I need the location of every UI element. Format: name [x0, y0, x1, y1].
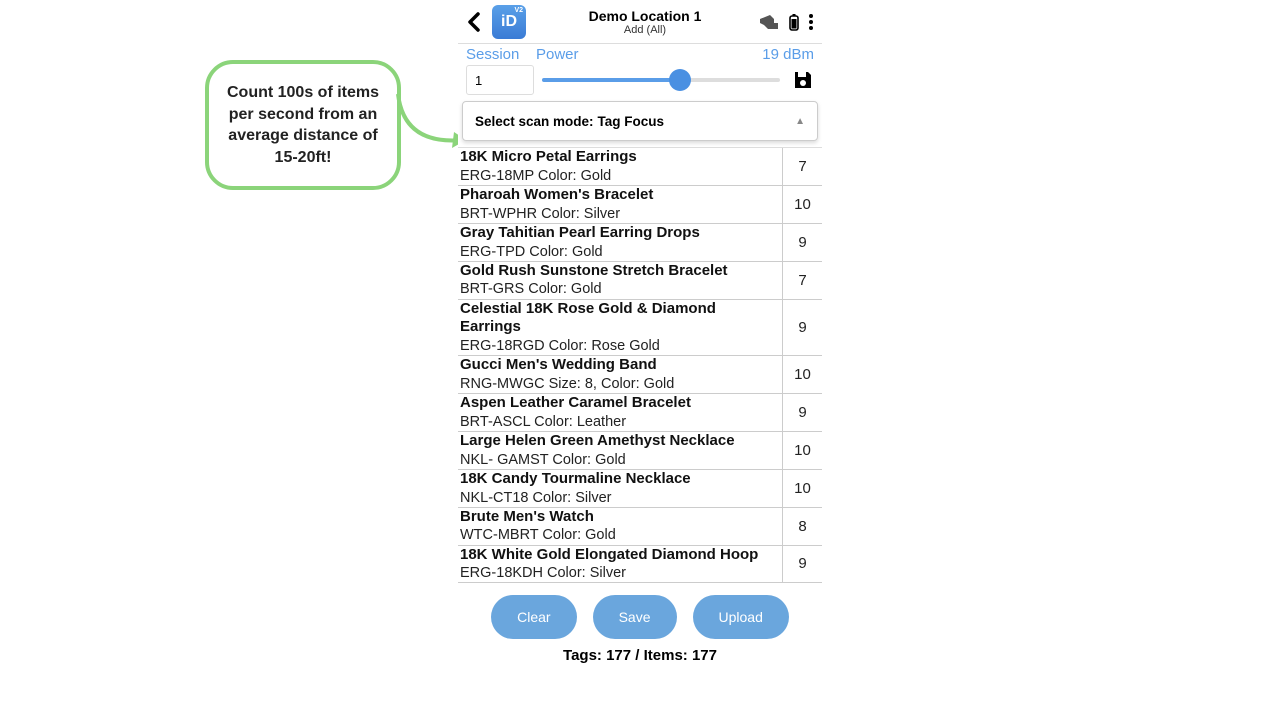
- save-button[interactable]: Save: [593, 595, 677, 639]
- item-sub: ERG-18MP Color: Gold: [460, 167, 778, 185]
- item-name: 18K White Gold Elongated Diamond Hoop: [460, 546, 778, 565]
- scanner-icon[interactable]: [758, 13, 780, 31]
- item-sub: ERG-TPD Color: Gold: [460, 243, 778, 261]
- list-item[interactable]: 18K Candy Tourmaline NecklaceNKL-CT18 Co…: [458, 470, 822, 508]
- list-item[interactable]: 18K White Gold Elongated Diamond HoopERG…: [458, 546, 822, 584]
- item-count: 9: [782, 546, 822, 583]
- footer-summary: Tags: 177 / Items: 177: [458, 647, 822, 664]
- item-sub: RNG-MWGC Size: 8, Color: Gold: [460, 375, 778, 393]
- battery-icon: [788, 13, 800, 31]
- controls-panel: Session Power 19 dBm: [458, 44, 822, 95]
- item-name: Gold Rush Sunstone Stretch Bracelet: [460, 262, 778, 281]
- location-title: Demo Location 1: [532, 8, 758, 24]
- item-name: Aspen Leather Caramel Bracelet: [460, 394, 778, 413]
- item-count: 9: [782, 394, 822, 431]
- item-name: 18K Candy Tourmaline Necklace: [460, 470, 778, 489]
- upload-button[interactable]: Upload: [693, 595, 789, 639]
- list-item[interactable]: Gray Tahitian Pearl Earring DropsERG-TPD…: [458, 224, 822, 262]
- session-label: Session: [466, 46, 536, 63]
- item-sub: ERG-18KDH Color: Silver: [460, 564, 778, 582]
- dropdown-arrow-icon: ▲: [795, 116, 805, 127]
- session-input[interactable]: [466, 65, 534, 95]
- scan-mode-dropdown[interactable]: Select scan mode: Tag Focus ▲: [462, 101, 818, 141]
- item-count: 9: [782, 224, 822, 261]
- item-count: 7: [782, 262, 822, 299]
- item-sub: BRT-ASCL Color: Leather: [460, 413, 778, 431]
- app-header: iDV2 Demo Location 1 Add (All): [458, 0, 822, 44]
- marketing-callout: Count 100s of items per second from an a…: [205, 60, 401, 190]
- item-count: 10: [782, 186, 822, 223]
- list-item[interactable]: Brute Men's WatchWTC-MBRT Color: Gold8: [458, 508, 822, 546]
- item-name: Gray Tahitian Pearl Earring Drops: [460, 224, 778, 243]
- power-value: 19 dBm: [762, 46, 814, 63]
- dropdown-value: Tag Focus: [598, 114, 665, 129]
- mode-subtitle: Add (All): [532, 24, 758, 36]
- save-icon[interactable]: [792, 69, 814, 91]
- item-count: 10: [782, 470, 822, 507]
- list-item[interactable]: Celestial 18K Rose Gold & Diamond Earrin…: [458, 300, 822, 357]
- list-item[interactable]: Pharoah Women's BraceletBRT-WPHR Color: …: [458, 186, 822, 224]
- item-sub: WTC-MBRT Color: Gold: [460, 526, 778, 544]
- item-count: 9: [782, 300, 822, 356]
- item-list: 18K Micro Petal EarringsERG-18MP Color: …: [458, 147, 822, 583]
- clear-button[interactable]: Clear: [491, 595, 576, 639]
- power-slider[interactable]: [542, 65, 780, 95]
- more-menu-icon[interactable]: [808, 13, 814, 31]
- item-count: 8: [782, 508, 822, 545]
- list-item[interactable]: Gucci Men's Wedding BandRNG-MWGC Size: 8…: [458, 356, 822, 394]
- item-sub: ERG-18RGD Color: Rose Gold: [460, 337, 778, 355]
- item-name: 18K Micro Petal Earrings: [460, 148, 778, 167]
- app-logo: iDV2: [492, 5, 526, 39]
- item-sub: NKL- GAMST Color: Gold: [460, 451, 778, 469]
- item-name: Pharoah Women's Bracelet: [460, 186, 778, 205]
- list-item[interactable]: Large Helen Green Amethyst NecklaceNKL- …: [458, 432, 822, 470]
- item-count: 10: [782, 432, 822, 469]
- list-item[interactable]: Aspen Leather Caramel BraceletBRT-ASCL C…: [458, 394, 822, 432]
- power-label: Power: [536, 46, 762, 63]
- item-sub: BRT-WPHR Color: Silver: [460, 205, 778, 223]
- item-name: Large Helen Green Amethyst Necklace: [460, 432, 778, 451]
- item-count: 10: [782, 356, 822, 393]
- list-item[interactable]: Gold Rush Sunstone Stretch BraceletBRT-G…: [458, 262, 822, 300]
- dropdown-label: Select scan mode:: [475, 114, 594, 129]
- header-title-block: Demo Location 1 Add (All): [532, 8, 758, 36]
- item-name: Brute Men's Watch: [460, 508, 778, 527]
- item-name: Celestial 18K Rose Gold & Diamond Earrin…: [460, 300, 778, 338]
- back-button[interactable]: [462, 12, 486, 32]
- item-sub: NKL-CT18 Color: Silver: [460, 489, 778, 507]
- list-item[interactable]: 18K Micro Petal EarringsERG-18MP Color: …: [458, 148, 822, 186]
- item-name: Gucci Men's Wedding Band: [460, 356, 778, 375]
- item-count: 7: [782, 148, 822, 185]
- chevron-left-icon: [466, 12, 482, 32]
- item-sub: BRT-GRS Color: Gold: [460, 280, 778, 298]
- app-screen: iDV2 Demo Location 1 Add (All) Session P…: [458, 0, 822, 720]
- action-button-row: Clear Save Upload: [458, 595, 822, 639]
